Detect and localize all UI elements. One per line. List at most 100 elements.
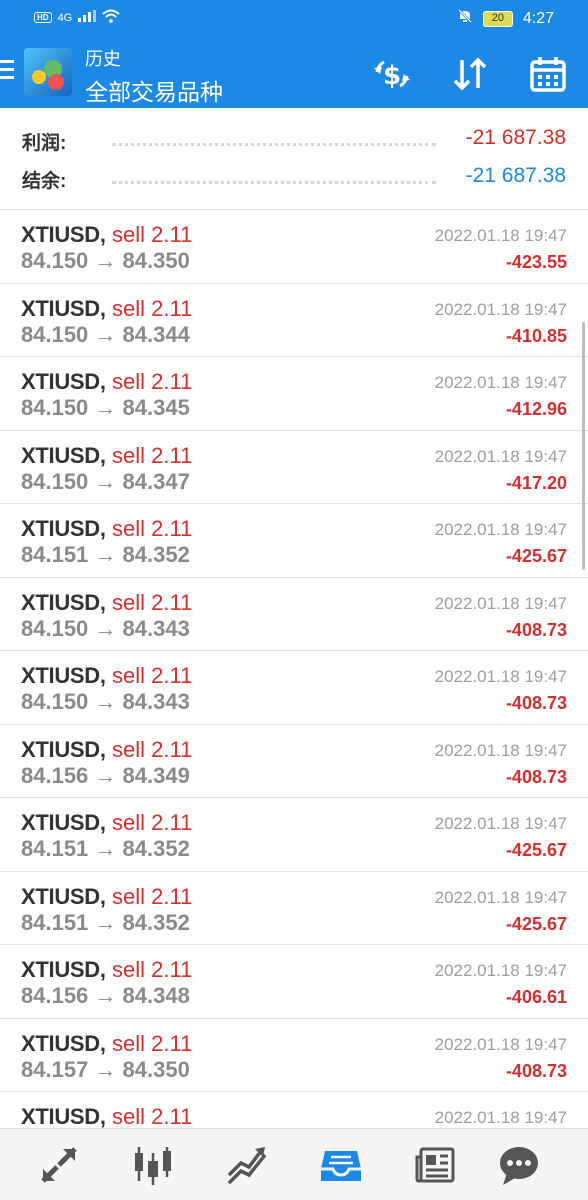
trade-profit: -412.96 bbox=[505, 399, 567, 419]
trade-time: 2022.01.18 19:47 bbox=[434, 373, 567, 392]
trade-row[interactable]: XTIUSD, sell 2.11 2022.01.18 19:47 bbox=[0, 1092, 588, 1128]
nav-history-inbox-icon[interactable] bbox=[319, 1143, 363, 1187]
trade-prices: 84.156 → 84.349 bbox=[21, 762, 190, 788]
trade-side: sell 2.11 bbox=[112, 663, 193, 688]
trade-side: sell 2.11 bbox=[112, 1030, 193, 1056]
trade-row[interactable]: XTIUSD, sell 2.11 84.151 → 84.352 2022.01.1… bbox=[0, 872, 588, 945]
signal-label: 4G bbox=[57, 11, 73, 24]
dotted-leader bbox=[112, 181, 436, 184]
balance-label: 结余: bbox=[22, 171, 67, 192]
trade-symbol: XTIUSD, bbox=[21, 222, 106, 247]
trade-profit: -406.61 bbox=[505, 987, 567, 1007]
page-title: 历史 bbox=[85, 49, 121, 69]
trade-side: sell 2.11 bbox=[112, 810, 193, 835]
trade-row[interactable]: XTIUSD, sell 2.11 84.156 → 84.348 2022.01.1… bbox=[0, 945, 588, 1019]
trade-side: sell 2.11 bbox=[112, 295, 193, 321]
trade-time: 2022.01.18 19:47 bbox=[434, 667, 567, 686]
trade-time: 2022.01.18 19:47 bbox=[434, 887, 567, 907]
trade-time: 2022.01.18 19:47 bbox=[434, 520, 567, 539]
trade-symbol: XTIUSD, bbox=[21, 663, 106, 688]
trade-side: sell 2.11 bbox=[112, 222, 193, 247]
sort-icon[interactable] bbox=[450, 54, 490, 94]
trade-prices: 84.150 → 84.350 bbox=[21, 248, 190, 273]
nav-trade-icon[interactable] bbox=[225, 1143, 269, 1187]
trade-symbol: XTIUSD, bbox=[21, 1104, 106, 1128]
trade-side: sell 2.11 bbox=[112, 369, 193, 394]
trade-row[interactable]: XTIUSD, sell 2.11 84.150 → 84.350 2022.01.1… bbox=[0, 210, 588, 284]
status-left: HD 4G bbox=[34, 9, 120, 26]
trade-prices: 84.150 → 84.344 bbox=[21, 321, 190, 347]
nav-chart-candles-icon[interactable] bbox=[131, 1143, 175, 1187]
symbol-filter[interactable]: 全部交易品种 bbox=[85, 73, 223, 107]
trade-row[interactable]: XTIUSD, sell 2.11 84.150 → 84.345 2022.01.1… bbox=[0, 357, 588, 431]
trade-symbol: XTIUSD, bbox=[21, 736, 106, 762]
mute-icon bbox=[457, 8, 473, 29]
bottom-nav bbox=[0, 1128, 588, 1200]
trade-row[interactable]: XTIUSD, sell 2.11 84.150 → 84.343 2022.01.1… bbox=[0, 578, 588, 651]
app-logo-icon bbox=[24, 48, 72, 96]
trade-row[interactable]: XTIUSD, sell 2.11 84.156 → 84.349 2022.01.1… bbox=[0, 725, 588, 798]
trade-profit: -423.55 bbox=[505, 252, 567, 272]
trade-symbol: XTIUSD, bbox=[21, 442, 106, 468]
trade-symbol: XTIUSD, bbox=[21, 957, 106, 982]
trade-time: 2022.01.18 19:47 bbox=[434, 1108, 567, 1127]
trade-row[interactable]: XTIUSD, sell 2.11 84.150 → 84.343 2022.01.1… bbox=[0, 651, 588, 725]
trade-time: 2022.01.18 19:47 bbox=[434, 961, 567, 980]
profit-label: 利润: bbox=[22, 133, 67, 154]
trade-prices: 84.150 → 84.347 bbox=[21, 468, 190, 494]
profit-value: -21 687.38 bbox=[465, 126, 566, 149]
calendar-icon[interactable] bbox=[528, 54, 568, 94]
trade-time: 2022.01.18 19:47 bbox=[434, 446, 567, 466]
nav-quotes-icon[interactable] bbox=[37, 1143, 81, 1187]
trade-profit: -425.67 bbox=[505, 840, 567, 860]
trade-side: sell 2.11 bbox=[112, 736, 193, 762]
trade-prices: 84.151 → 84.352 bbox=[21, 836, 190, 861]
trade-profit: -425.67 bbox=[505, 913, 567, 934]
trade-prices: 84.150 → 84.345 bbox=[21, 395, 190, 420]
status-bar: HD 4G 20 4:27 bbox=[0, 0, 588, 36]
trade-prices: 84.157 → 84.350 bbox=[21, 1056, 190, 1082]
nav-news-icon[interactable] bbox=[413, 1143, 457, 1187]
trade-prices: 84.156 → 84.348 bbox=[21, 983, 190, 1008]
trade-row[interactable]: XTIUSD, sell 2.11 84.150 → 84.347 2022.01.1… bbox=[0, 431, 588, 504]
trade-symbol: XTIUSD, bbox=[21, 369, 106, 394]
trade-side: sell 2.11 bbox=[112, 589, 193, 615]
trade-time: 2022.01.18 19:47 bbox=[434, 740, 567, 760]
trade-symbol: XTIUSD, bbox=[21, 883, 106, 909]
trade-row[interactable]: XTIUSD, sell 2.11 84.157 → 84.350 2022.01.1… bbox=[0, 1019, 588, 1092]
dotted-leader bbox=[112, 143, 436, 146]
svg-text:$: $ bbox=[383, 61, 401, 91]
status-right: 20 4:27 bbox=[457, 8, 554, 29]
summary-panel: 利润: -21 687.38 结余: -21 687.38 bbox=[0, 108, 588, 210]
profit-row: 利润: -21 687.38 bbox=[22, 126, 566, 158]
trade-side: sell 2.11 bbox=[112, 442, 193, 468]
menu-icon[interactable] bbox=[0, 60, 14, 82]
trade-side: sell 2.11 bbox=[112, 957, 193, 982]
trade-side: sell 2.11 bbox=[112, 1104, 193, 1128]
trade-prices: 84.151 → 84.352 bbox=[21, 542, 190, 567]
scrollbar[interactable] bbox=[582, 322, 585, 570]
deposit-withdraw-icon[interactable]: $ bbox=[372, 54, 412, 94]
trade-time: 2022.01.18 19:47 bbox=[434, 814, 567, 833]
trade-prices: 84.150 → 84.343 bbox=[21, 689, 190, 714]
trade-row[interactable]: XTIUSD, sell 2.11 84.150 → 84.344 2022.01.1… bbox=[0, 284, 588, 357]
trade-profit: -408.73 bbox=[505, 619, 567, 640]
trade-profit: -417.20 bbox=[505, 472, 567, 493]
trade-profit: -408.73 bbox=[505, 693, 567, 713]
trade-prices: 84.150 → 84.343 bbox=[21, 615, 190, 641]
trade-time: 2022.01.18 19:47 bbox=[434, 226, 567, 245]
trade-side: sell 2.11 bbox=[112, 883, 193, 909]
balance-value: -21 687.38 bbox=[465, 164, 566, 187]
trade-time: 2022.01.18 19:47 bbox=[434, 299, 567, 319]
trade-time: 2022.01.18 19:47 bbox=[434, 593, 567, 613]
nav-chat-icon[interactable] bbox=[497, 1143, 541, 1187]
trade-row[interactable]: XTIUSD, sell 2.11 84.151 → 84.352 2022.01.1… bbox=[0, 504, 588, 578]
trade-time: 2022.01.18 19:47 bbox=[434, 1034, 567, 1054]
trade-profit: -410.85 bbox=[505, 325, 567, 346]
signal-icon bbox=[78, 10, 97, 25]
trade-row[interactable]: XTIUSD, sell 2.11 84.151 → 84.352 2022.01.1… bbox=[0, 798, 588, 872]
trade-symbol: XTIUSD, bbox=[21, 1030, 106, 1056]
trade-prices: 84.151 → 84.352 bbox=[21, 909, 190, 935]
wifi-icon bbox=[102, 9, 120, 26]
trade-list[interactable]: XTIUSD, sell 2.11 84.150 → 84.350 2022.01.1… bbox=[0, 210, 588, 1128]
